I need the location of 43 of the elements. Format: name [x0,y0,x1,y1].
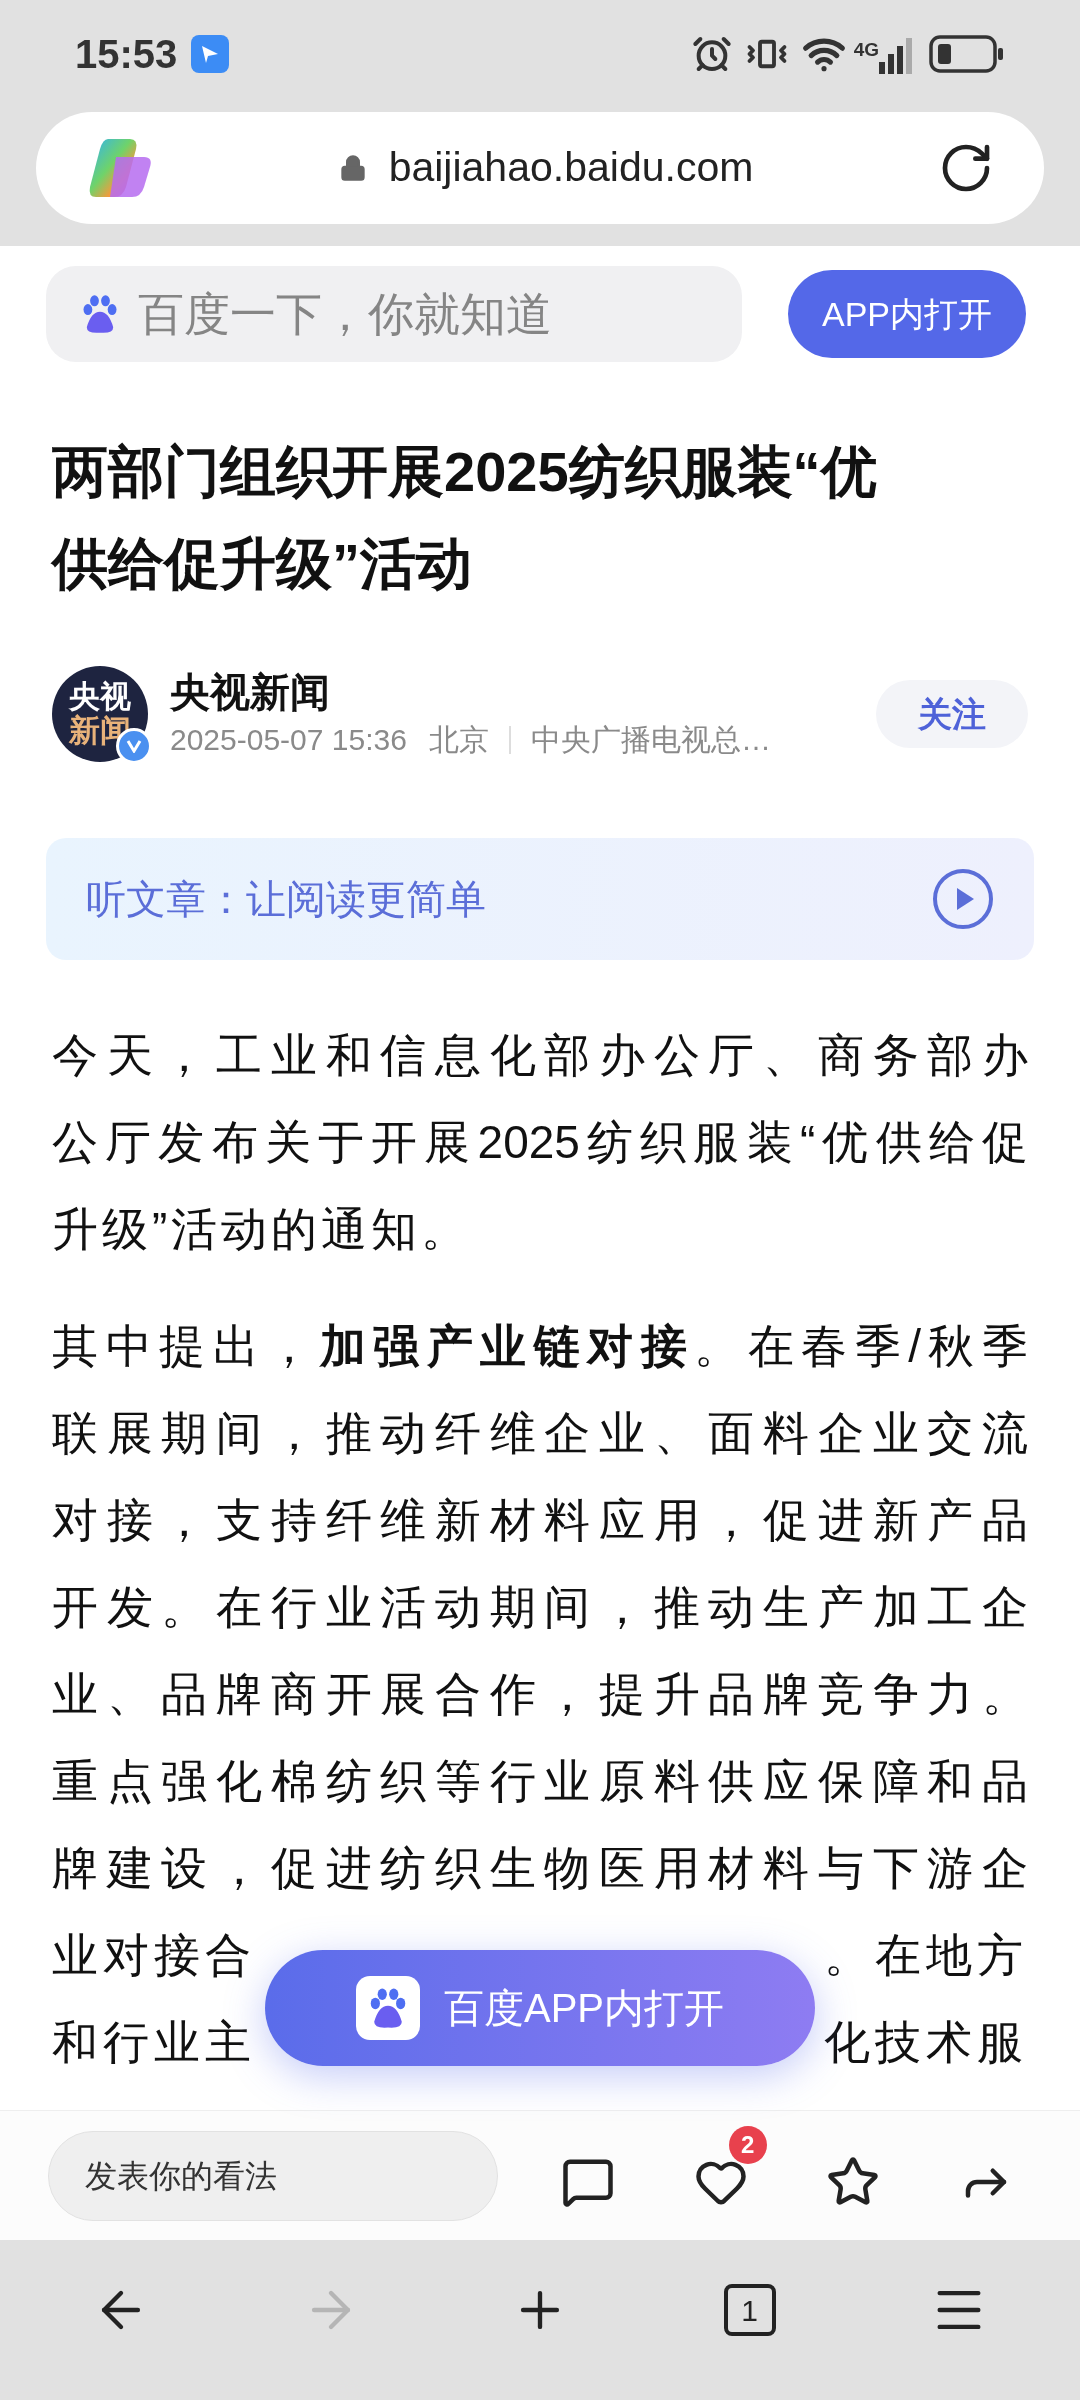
article-text: 联展期间，推动纤维企业、面料企业交流 [52,1406,1028,1461]
battery-icon [929,35,1005,73]
article-text: 升级”活动的通知。 [52,1202,473,1257]
search-field[interactable]: 百度一下，你就知道 [46,266,742,362]
follow-button[interactable]: 关注 [876,680,1028,748]
count-badge: 2 [728,2125,767,2164]
article-text: 开发。在行业活动期间，推动生产加工企 [52,1580,1028,1635]
article-text: 化技术服 [824,2015,1028,2070]
open-in-app-button[interactable]: 百度APP内打开 [265,1950,815,2066]
article-text: 业对接合 [52,1928,256,1983]
listen-label: 听文章：让阅读更简单 [86,876,486,923]
article-text: 公厅发布关于开展2025纺织服装“优供给促 [52,1115,1028,1170]
article-text: 业、品牌商开展合作，提升品牌竞争力。 [52,1667,1028,1722]
url-text: baijiahao.baidu.com [388,143,754,193]
network-type: 4G [853,38,879,62]
alarm-icon [691,34,732,74]
listen-bar[interactable]: 听文章：让阅读更简单 [46,838,1034,960]
article-text: 牌建设，促进纺织生物医用材料与下游企 [52,1841,1028,1896]
play-icon[interactable] [932,868,994,930]
article-title: 两部门组织开展2025纺织服装“优供给促升级”活动 [52,439,878,597]
signal-icon [879,38,913,74]
article-text: 今天，工业和信息化部办公厅、商务部办 [52,1028,1028,1083]
like-button[interactable]: 2 [672,2125,769,2226]
status-time: 15:53 [75,31,178,78]
article-text: 和行业主 [52,2015,256,2070]
article-text: 其中提出，加强产业链对接。在春季/秋季 [52,1319,1028,1374]
article-text: 。在地方 [824,1928,1028,1983]
lock-icon [338,154,367,182]
comment-placeholder: 发表你的看法 [85,2156,277,2196]
publish-date: 2025-05-07 15:36 [170,722,407,758]
location-text: 北京 [428,722,489,758]
article-text: 对接，支持纤维新材料应用，促进新产品 [52,1493,1028,1548]
tab-count: 1 [723,2284,776,2336]
address-bar[interactable]: baijiahao.baidu.com [36,112,1044,224]
search-placeholder: 百度一下，你就知道 [138,286,552,342]
source-text: 中央广播电视总… [530,722,771,758]
open-app-button[interactable]: APP内打开 [788,270,1027,358]
author-name[interactable]: 央视新闻 [170,666,876,718]
article-text: 重点强化棉纺织等行业原料供应保障和品 [52,1754,1028,1809]
comment-field[interactable]: 发表你的看法 [48,2130,498,2221]
app-notification-icon [191,35,230,73]
avatar-text: 央视 [69,680,131,714]
tabs-button[interactable]: 1 [694,2255,805,2365]
